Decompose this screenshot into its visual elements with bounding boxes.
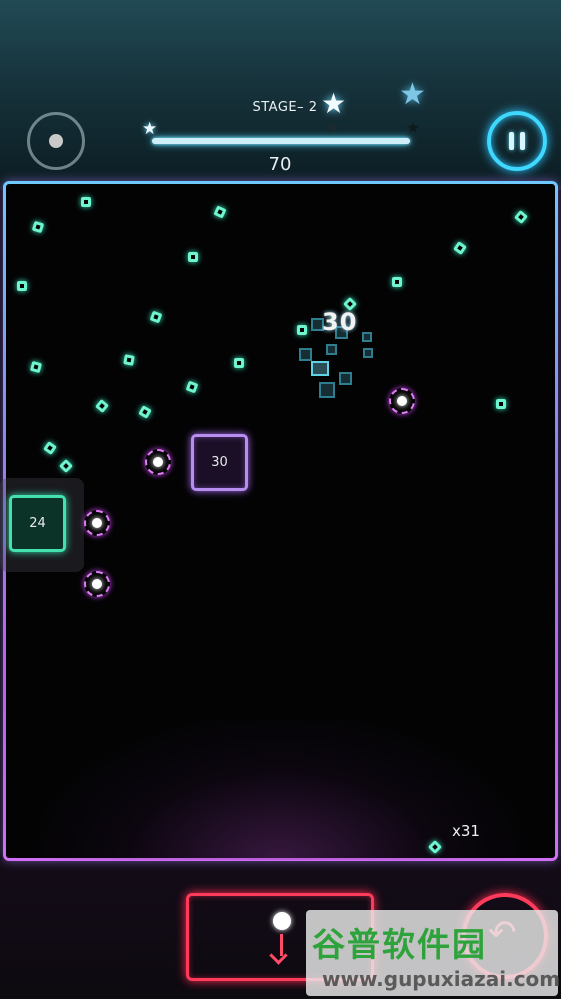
brick-fragment — [339, 372, 352, 385]
brick-fragment — [299, 348, 312, 361]
pause-button[interactable] — [487, 111, 547, 171]
star-icon: ★ — [406, 118, 421, 137]
gem-icon — [188, 252, 198, 262]
brick-fragment — [362, 332, 372, 342]
star-icon: ★ — [321, 87, 347, 120]
gem-icon — [81, 197, 91, 207]
brick-fragment — [319, 382, 335, 398]
gem-icon — [123, 354, 135, 366]
ring-core — [92, 579, 102, 589]
brick-fragment — [326, 344, 337, 355]
star-icon: ★ — [399, 77, 426, 112]
drop-arrow-head — [269, 946, 288, 965]
brick: 30 — [191, 434, 248, 491]
star-icon: ★ — [326, 118, 341, 137]
pause-bar-right — [520, 132, 525, 150]
pause-bar-left — [509, 132, 514, 150]
brick-fragment — [363, 348, 373, 358]
gem-icon — [297, 325, 307, 335]
ball-count: x31 — [452, 822, 480, 840]
ring-pickup-icon — [84, 571, 110, 597]
watermark-url: www.gupuxiazai.com — [322, 967, 561, 991]
drop-ball-shape — [273, 912, 291, 930]
ring-core — [92, 518, 102, 528]
stage-progress-bar — [152, 138, 410, 144]
gem-icon — [17, 281, 27, 291]
star-icon: ★ — [142, 119, 158, 139]
ring-core — [153, 457, 163, 467]
ball-skin-button[interactable] — [27, 112, 85, 170]
brick-fragment — [311, 361, 329, 376]
ring-pickup-icon — [145, 449, 171, 475]
gem-icon — [392, 277, 402, 287]
ring-pickup-icon — [84, 510, 110, 536]
ball-icon — [49, 134, 63, 148]
ring-core — [397, 396, 407, 406]
gem-icon — [496, 399, 506, 409]
score: 70 — [268, 154, 292, 175]
brick: 24 — [9, 495, 66, 552]
gem-icon — [234, 358, 244, 368]
hit-popup-text: 30 — [322, 308, 358, 336]
floor-glow — [40, 720, 520, 860]
watermark-logo-text: 谷普软件园 — [312, 925, 487, 964]
ring-pickup-icon — [389, 388, 415, 414]
